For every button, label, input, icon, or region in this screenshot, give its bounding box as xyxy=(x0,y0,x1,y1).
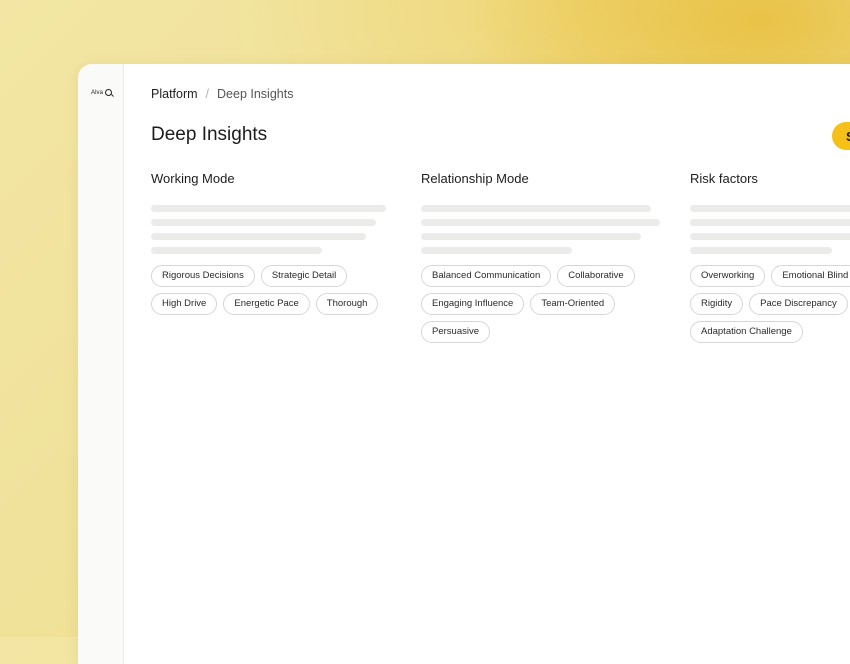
tag[interactable]: Pace Discrepancy xyxy=(749,293,848,315)
skeleton-line xyxy=(151,247,322,254)
text-placeholder xyxy=(421,205,681,254)
skeleton-line xyxy=(151,233,366,240)
tag[interactable]: Persuasive xyxy=(421,321,490,343)
tag[interactable]: High Drive xyxy=(151,293,218,315)
tag[interactable]: Team-Oriented xyxy=(530,293,616,315)
sidebar: Alva xyxy=(78,64,124,664)
tag[interactable]: Emotional Blind xyxy=(771,265,850,287)
tag[interactable]: Adaptation Challenge xyxy=(690,321,803,343)
skeleton-line xyxy=(690,247,832,254)
search-icon xyxy=(105,89,113,96)
skeleton-line xyxy=(421,219,660,226)
page-title: Deep Insights xyxy=(151,124,268,145)
tag[interactable]: Engaging Influence xyxy=(421,293,525,315)
skeleton-line xyxy=(421,205,651,212)
skeleton-line xyxy=(151,219,376,226)
app-window: Alva Platform / Deep Insights Deep Insight… xyxy=(78,64,850,664)
column-title: Risk factors xyxy=(690,171,758,186)
breadcrumb-current: Deep Insights xyxy=(217,87,294,101)
relationship-mode-column: Relationship Mode Balanced Communication… xyxy=(421,171,681,343)
tag[interactable]: Balanced Communication xyxy=(421,265,552,287)
breadcrumb-separator: / xyxy=(205,87,210,101)
working-mode-column: Working Mode Rigorous Decisions Strategi… xyxy=(151,171,411,315)
tag-list: Balanced Communication Collaborative Eng… xyxy=(421,265,661,343)
skeleton-line xyxy=(421,233,641,240)
primary-action-button[interactable]: S xyxy=(832,122,850,150)
tag-list: Overworking Emotional Blind Rigidity Pac… xyxy=(690,265,850,343)
risk-factors-column: Risk factors Overworking Emotional Blind… xyxy=(690,171,850,343)
skeleton-line xyxy=(690,205,850,212)
text-placeholder xyxy=(151,205,411,254)
skeleton-line xyxy=(690,233,850,240)
app-logo[interactable]: Alva xyxy=(91,89,113,96)
column-title: Working Mode xyxy=(151,171,235,186)
tag[interactable]: Collaborative xyxy=(557,265,635,287)
tag[interactable]: Energetic Pace xyxy=(223,293,310,315)
tag[interactable]: Rigorous Decisions xyxy=(151,265,255,287)
column-title: Relationship Mode xyxy=(421,171,529,186)
skeleton-line xyxy=(151,205,386,212)
tag[interactable]: Strategic Detail xyxy=(260,265,348,287)
tag[interactable]: Thorough xyxy=(315,293,379,315)
tag[interactable]: Overworking xyxy=(690,265,766,287)
tag-list: Rigorous Decisions Strategic Detail High… xyxy=(151,265,391,315)
skeleton-line xyxy=(690,219,850,226)
breadcrumb: Platform / Deep Insights xyxy=(151,87,293,101)
tag[interactable]: Rigidity xyxy=(690,293,744,315)
skeleton-line xyxy=(421,247,572,254)
text-placeholder xyxy=(690,205,850,254)
logo-text: Alva xyxy=(91,89,104,96)
breadcrumb-root[interactable]: Platform xyxy=(151,87,198,101)
